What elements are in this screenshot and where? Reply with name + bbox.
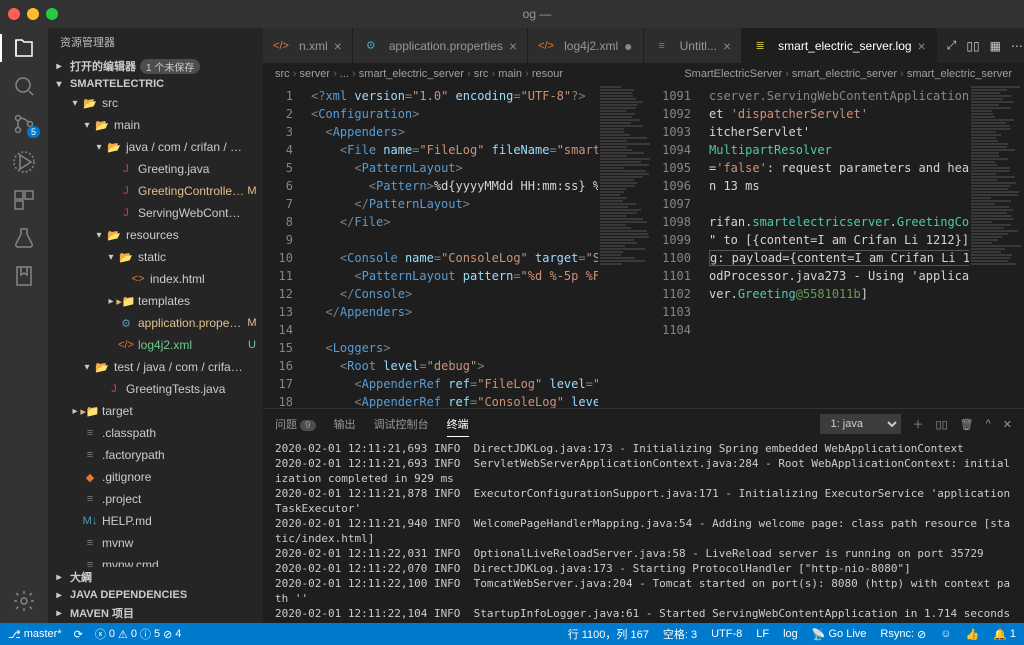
bookmark-icon[interactable] [12,264,36,288]
chevron-right-icon: ▸ [52,61,66,72]
sync-status[interactable]: ⟳ [74,628,83,641]
bell-icon[interactable]: 🔔 1 [993,628,1016,641]
maximize-panel-icon[interactable]: ^ [986,418,991,430]
window-title: og — [58,7,1016,21]
minimap[interactable] [598,85,653,408]
titlebar: og — [0,0,1024,28]
branch-status[interactable]: ⎇ master* [8,628,62,641]
tree-item[interactable]: ▾📂src [48,92,263,114]
golive-status[interactable]: 📡 Go Live [812,628,867,641]
tree-item[interactable]: ▾📂resources [48,224,263,246]
editor-pane-left[interactable]: 123456789101112131415161718192021 <?xml … [263,85,653,408]
trash-icon[interactable]: 🗑 [960,418,974,431]
terminal-tab[interactable]: 终端 [447,412,469,437]
tree-item[interactable]: </>log4j2.xmlU [48,334,263,356]
tree-item[interactable]: ▾📂test / java / com / crifan / smar... [48,356,263,378]
language-status[interactable]: log [783,628,798,640]
problems-status[interactable]: ⓧ 0 ⚠ 0 ⓘ 5 ⊘ 4 [95,626,182,642]
output-tab[interactable]: 输出 [334,412,356,436]
tree-item[interactable]: ▾📂static [48,246,263,268]
terminal-select[interactable]: 1: java [820,414,901,434]
activity-bar: 5 [0,28,48,623]
encoding-status[interactable]: UTF-8 [711,628,742,640]
unsaved-badge: 1 个未保存 [140,59,200,74]
editor-tab[interactable]: ≣smart_electric_server.log× [742,28,937,63]
scm-icon[interactable]: 5 [12,112,36,136]
eol-status[interactable]: LF [756,628,769,640]
settings-icon[interactable] [12,589,36,613]
compare-icon[interactable]: ⤢ [947,38,957,53]
project-name: SMARTELECTRIC [70,78,164,90]
tree-item[interactable]: ≡.factorypath [48,444,263,466]
thumbsup-icon[interactable]: 👍 [965,628,979,641]
debug-console-tab[interactable]: 调试控制台 [374,412,429,436]
tab-actions: ⤢ ▯▯ ▦ ⋯ [937,28,1024,63]
tree-item[interactable]: JServingWebContentApplicati... [48,202,263,224]
cursor-position[interactable]: 行 1100，列 167 [568,626,649,642]
window-controls [8,8,58,20]
editor-tab[interactable]: ⚙application.properties× [353,28,528,63]
tree-item[interactable]: JGreeting.java [48,158,263,180]
line-gutter: 123456789101112131415161718192021 [263,85,303,408]
tree-item[interactable]: ▾📂java / com / crifan / smar... [48,136,263,158]
tree-item[interactable]: ◆.gitignore [48,466,263,488]
terminal-content[interactable]: 2020-02-01 12:11:21,693 INFO DirectJDKLo… [263,439,1024,623]
breadcrumb[interactable]: src › server › ... › smart_electric_serv… [263,63,1024,85]
layout-icon[interactable]: ▦ [990,39,1001,53]
tree-item[interactable]: JGreetingTests.java [48,378,263,400]
test-icon[interactable] [12,226,36,250]
file-tree: ▾📂src▾📂main▾📂java / com / crifan / smar.… [48,92,263,567]
feedback-icon[interactable]: ☺ [940,628,951,640]
more-icon[interactable]: ⋯ [1011,39,1023,53]
code-content[interactable]: cserver.ServingWebContentApplication wit… [701,85,969,408]
search-icon[interactable] [12,74,36,98]
tree-item[interactable]: ▸▸📁templates [48,290,263,312]
debug-icon[interactable] [12,150,36,174]
line-gutter: 1091109210931094109510961097109810991100… [653,85,701,408]
rsync-status[interactable]: Rsync: ⊘ [880,628,926,641]
explorer-icon[interactable] [12,36,36,60]
editor-tab[interactable]: </>log4j2.xml● [528,28,644,63]
split-icon[interactable]: ▯▯ [966,39,979,53]
tree-item[interactable]: <>index.html [48,268,263,290]
open-editors-section[interactable]: ▸ 打开的编辑器 1 个未保存 [48,56,263,76]
close-panel-icon[interactable]: ✕ [1003,418,1012,431]
tab-bar: </>n.xml×⚙application.properties×</>log4… [263,28,1024,63]
outline-section[interactable]: ▸大綱 [48,567,263,587]
tree-item[interactable]: ▾📂main [48,114,263,136]
project-section[interactable]: ▾ SMARTELECTRIC [48,76,263,92]
maven-section[interactable]: ▸MAVEN 项目 [48,603,263,623]
split-terminal-icon[interactable]: ▯▯ [936,418,948,431]
extensions-icon[interactable] [12,188,36,212]
tree-item[interactable]: ≡.project [48,488,263,510]
new-terminal-icon[interactable]: ＋ [913,416,924,432]
tree-item[interactable]: ⚙application.propertiesM [48,312,263,334]
close-window[interactable] [8,8,20,20]
minimize-window[interactable] [27,8,39,20]
sidebar-title: 资源管理器 [48,28,263,56]
tree-item[interactable]: ≡.classpath [48,422,263,444]
code-content[interactable]: <?xml version="1.0" encoding="UTF-8"?><C… [303,85,598,408]
editor-tab[interactable]: </>n.xml× [263,28,353,63]
open-editors-label: 打开的编辑器 [70,58,136,74]
maximize-window[interactable] [46,8,58,20]
editor-area: </>n.xml×⚙application.properties×</>log4… [263,28,1024,623]
panel-tabs: 问题9 输出 调试控制台 终端 1: java ＋ ▯▯ 🗑 ^ ✕ [263,409,1024,439]
java-deps-section[interactable]: ▸JAVA DEPENDENCIES [48,587,263,603]
indent-status[interactable]: 空格: 3 [663,626,697,642]
tree-item[interactable]: JGreetingController.javaM [48,180,263,202]
minimap[interactable] [969,85,1024,408]
sidebar: 资源管理器 ▸ 打开的编辑器 1 个未保存 ▾ SMARTELECTRIC ▾📂… [48,28,263,623]
status-bar: ⎇ master* ⟳ ⓧ 0 ⚠ 0 ⓘ 5 ⊘ 4 行 1100，列 167… [0,623,1024,645]
chevron-down-icon: ▾ [52,79,66,90]
tree-item[interactable]: ≡mvnw.cmd [48,554,263,567]
tree-item[interactable]: M↓HELP.md [48,510,263,532]
problems-tab[interactable]: 问题9 [275,412,316,436]
editor-pane-right[interactable]: 1091109210931094109510961097109810991100… [653,85,1024,408]
tree-item[interactable]: ≡mvnw [48,532,263,554]
bottom-panel: 问题9 输出 调试控制台 终端 1: java ＋ ▯▯ 🗑 ^ ✕ 2020-… [263,408,1024,623]
editor-tab[interactable]: ≡Untitl...× [644,28,743,63]
tree-item[interactable]: ▸▸📁target [48,400,263,422]
